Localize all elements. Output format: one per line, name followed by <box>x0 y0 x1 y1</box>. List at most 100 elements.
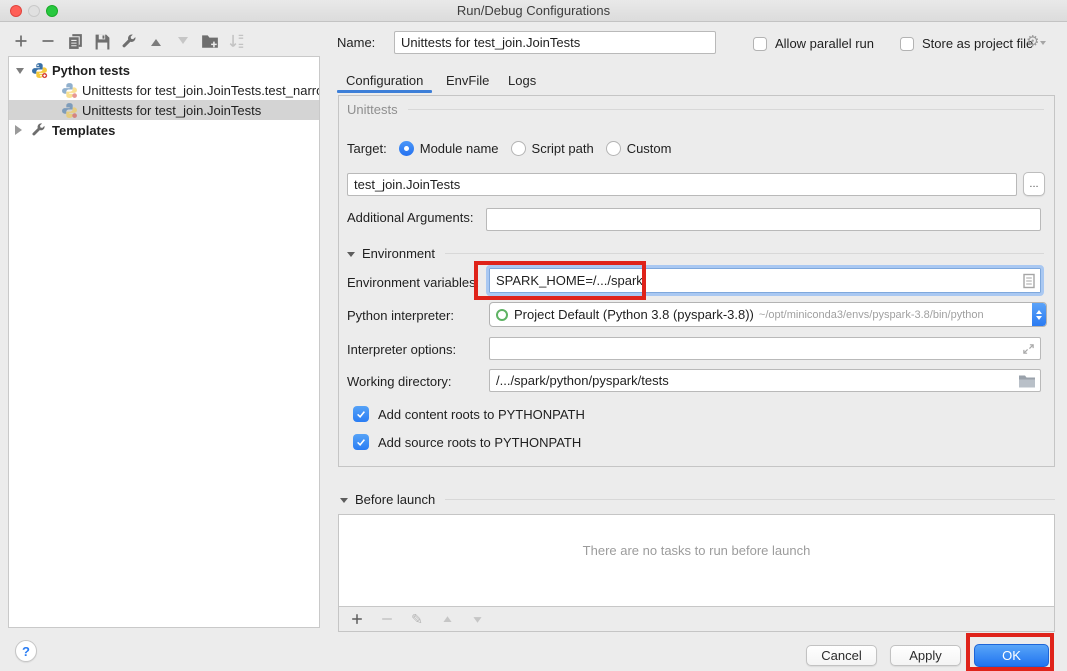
radio-unselected-icon <box>606 141 621 156</box>
env-vars-label-text: Environment variables: <box>347 275 479 290</box>
chevron-right-icon[interactable] <box>9 125 31 135</box>
copy-configuration-icon[interactable] <box>66 32 84 50</box>
cancel-button[interactable]: Cancel <box>806 645 877 666</box>
expand-field-icon[interactable] <box>1022 342 1035 355</box>
configurations-toolbar <box>12 30 246 52</box>
target-row: Target: Module name Script path Custom <box>347 141 671 156</box>
additional-args-label-text: Additional Arguments: <box>347 210 473 225</box>
tab-envfile[interactable]: EnvFile <box>446 72 489 90</box>
radio-custom-label: Custom <box>627 141 672 156</box>
before-launch-panel: There are no tasks to run before launch … <box>338 514 1055 632</box>
configuration-panel: Unittests Target: Module name Script pat… <box>338 95 1055 467</box>
python-interpreter-label-text: Python interpreter: <box>347 308 454 323</box>
checkbox-unchecked-icon[interactable] <box>753 37 767 51</box>
env-vars-browse-icon[interactable] <box>1023 273 1035 288</box>
window-title: Run/Debug Configurations <box>0 0 1067 22</box>
tab-logs[interactable]: Logs <box>508 72 536 90</box>
radio-script-path-label: Script path <box>532 141 594 156</box>
pencil-icon: ✎ <box>411 611 423 628</box>
sort-configurations-icon <box>228 32 246 50</box>
unittests-section-header: Unittests <box>347 102 1044 117</box>
tree-item-templates[interactable]: Templates <box>9 120 319 140</box>
env-vars-label: Environment variables: <box>347 275 479 290</box>
apply-button-label: Apply <box>909 648 942 663</box>
ok-button[interactable]: OK <box>974 644 1049 667</box>
browse-button-label: ... <box>1029 179 1038 189</box>
source-roots-checkbox[interactable]: Add source roots to PYTHONPATH <box>353 434 581 450</box>
tree-item-label: Unittests for test_join.JoinTests.test_n… <box>82 83 319 98</box>
edit-templates-icon[interactable] <box>120 32 138 50</box>
source-roots-label: Add source roots to PYTHONPATH <box>378 435 581 450</box>
browse-module-button[interactable]: ... <box>1023 172 1045 196</box>
working-directory-label-text: Working directory: <box>347 374 452 389</box>
checkbox-checked-icon <box>353 434 369 450</box>
before-launch-section-header[interactable]: Before launch <box>340 492 1055 507</box>
unittests-section-title: Unittests <box>347 102 398 117</box>
help-button[interactable]: ? <box>15 640 37 662</box>
gear-icon: ⚙ <box>1026 34 1039 50</box>
collapse-triangle-icon[interactable] <box>347 252 355 261</box>
tree-item-label: Templates <box>52 123 115 138</box>
tab-configuration[interactable]: Configuration <box>346 72 423 90</box>
radio-script-path[interactable]: Script path <box>511 141 594 156</box>
tree-item-unittests-test-narrow[interactable]: Unittests for test_join.JoinTests.test_n… <box>9 80 319 100</box>
module-name-input[interactable]: test_join.JoinTests <box>347 173 1017 196</box>
section-divider <box>445 253 1044 254</box>
store-as-project-file-checkbox[interactable]: Store as project file <box>900 34 1033 54</box>
title-bar: Run/Debug Configurations <box>0 0 1067 22</box>
store-options-gear-icon[interactable]: ⚙ <box>1026 34 1046 50</box>
allow-parallel-run-checkbox[interactable]: Allow parallel run <box>753 34 874 54</box>
python-test-icon <box>61 102 78 119</box>
radio-module-name-label: Module name <box>420 141 499 156</box>
add-configuration-icon[interactable] <box>12 32 30 50</box>
python-interpreter-path: ~/opt/miniconda3/envs/pyspark-3.8/bin/py… <box>759 309 984 321</box>
target-label: Target: <box>347 141 387 156</box>
name-label: Name: <box>337 31 375 54</box>
content-roots-checkbox[interactable]: Add content roots to PYTHONPATH <box>353 406 585 422</box>
run-debug-configurations-dialog: Run/Debug Configurations <box>0 0 1067 671</box>
active-tab-underline <box>337 90 432 93</box>
environment-variables-input[interactable]: SPARK_HOME=/.../spark <box>489 268 1041 293</box>
folder-icon[interactable] <box>1019 374 1035 387</box>
python-interpreter-select[interactable]: Project Default (Python 3.8 (pyspark-3.8… <box>489 302 1047 327</box>
chevron-down-icon[interactable] <box>9 63 31 78</box>
move-down-icon <box>174 32 192 50</box>
environment-section-header[interactable]: Environment <box>347 246 1044 261</box>
cancel-button-label: Cancel <box>821 648 861 663</box>
add-task-icon[interactable] <box>348 610 366 628</box>
tree-item-label: Unittests for test_join.JoinTests <box>82 103 261 118</box>
edit-task-pencil-icon: ✎ <box>408 610 426 628</box>
content-roots-label: Add content roots to PYTHONPATH <box>378 407 585 422</box>
interpreter-options-label-text: Interpreter options: <box>347 342 456 357</box>
move-task-down-icon <box>468 610 486 628</box>
working-directory-input[interactable]: /.../spark/python/pyspark/tests <box>489 369 1041 392</box>
new-folder-icon[interactable] <box>201 32 219 50</box>
store-as-project-file-label: Store as project file <box>922 34 1033 54</box>
remove-configuration-icon[interactable] <box>39 32 57 50</box>
additional-args-input[interactable] <box>486 208 1041 231</box>
tree-item-python-tests[interactable]: Python tests <box>9 60 319 80</box>
section-divider <box>445 499 1055 500</box>
radio-module-name[interactable]: Module name <box>399 141 499 156</box>
before-launch-toolbar: ✎ <box>339 606 1054 631</box>
working-directory-label: Working directory: <box>347 374 452 389</box>
save-configuration-icon[interactable] <box>93 32 111 50</box>
additional-args-label: Additional Arguments: <box>347 210 473 225</box>
environment-section-title: Environment <box>362 246 435 261</box>
checkbox-unchecked-icon[interactable] <box>900 37 914 51</box>
tree-item-label: Python tests <box>52 63 130 78</box>
section-divider <box>408 109 1044 110</box>
radio-selected-icon <box>399 141 414 156</box>
move-task-up-icon <box>438 610 456 628</box>
python-interpreter-label: Python interpreter: <box>347 308 454 323</box>
help-label: ? <box>22 644 30 659</box>
move-up-icon[interactable] <box>147 32 165 50</box>
interpreter-options-input[interactable] <box>489 337 1041 360</box>
name-input[interactable]: Unittests for test_join.JoinTests <box>394 31 716 54</box>
apply-button[interactable]: Apply <box>890 645 961 666</box>
combo-stepper-icon[interactable] <box>1032 303 1046 326</box>
radio-custom[interactable]: Custom <box>606 141 672 156</box>
ok-button-label: OK <box>1002 648 1021 663</box>
tree-item-unittests-jointests[interactable]: Unittests for test_join.JoinTests <box>9 100 319 120</box>
collapse-triangle-icon[interactable] <box>340 498 348 507</box>
